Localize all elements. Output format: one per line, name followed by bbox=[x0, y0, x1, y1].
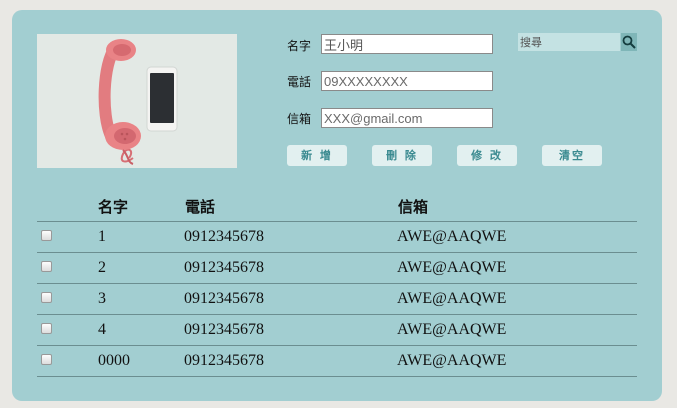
cell-email: AWE@AAQWE bbox=[397, 290, 507, 307]
cell-phone: 0912345678 bbox=[184, 321, 264, 338]
email-label: 信箱 bbox=[287, 112, 312, 126]
cell-email: AWE@AAQWE bbox=[397, 259, 507, 276]
cell-email: AWE@AAQWE bbox=[397, 352, 507, 369]
cell-name: 4 bbox=[98, 321, 106, 338]
table-row: 4 0912345678 AWE@AAQWE bbox=[37, 315, 637, 346]
email-input[interactable] bbox=[321, 108, 493, 128]
cell-name: 0000 bbox=[98, 352, 130, 369]
column-header-name: 名字 bbox=[98, 198, 129, 216]
cell-email: AWE@AAQWE bbox=[397, 321, 507, 338]
table-row: 0000 0912345678 AWE@AAQWE bbox=[37, 346, 637, 377]
row-checkbox[interactable] bbox=[41, 354, 52, 365]
column-header-phone: 電話 bbox=[185, 198, 216, 216]
table-row: 1 0912345678 AWE@AAQWE bbox=[37, 222, 637, 253]
phone-input[interactable] bbox=[321, 71, 493, 91]
search-button[interactable] bbox=[621, 33, 637, 51]
row-checkbox[interactable] bbox=[41, 230, 52, 241]
row-checkbox[interactable] bbox=[41, 292, 52, 303]
row-checkbox[interactable] bbox=[41, 261, 52, 272]
clear-button[interactable]: 清空 bbox=[542, 145, 602, 166]
column-header-email: 信箱 bbox=[398, 198, 429, 216]
add-button[interactable]: 新 增 bbox=[287, 145, 347, 166]
cell-phone: 0912345678 bbox=[184, 228, 264, 245]
cell-name: 2 bbox=[98, 259, 106, 276]
cell-email: AWE@AAQWE bbox=[397, 228, 507, 245]
cell-name: 3 bbox=[98, 290, 106, 307]
name-label: 名字 bbox=[287, 39, 312, 53]
phone-label: 電話 bbox=[287, 75, 312, 89]
row-checkbox[interactable] bbox=[41, 323, 52, 334]
contact-card: 名字 電話 信箱 新 增 刪 除 修 改 清空 名字 電話 信箱 1 09123… bbox=[12, 10, 662, 401]
search-icon bbox=[622, 35, 636, 49]
table-row: 2 0912345678 AWE@AAQWE bbox=[37, 253, 637, 284]
table-row: 3 0912345678 AWE@AAQWE bbox=[37, 284, 637, 315]
cell-phone: 0912345678 bbox=[184, 290, 264, 307]
delete-button[interactable]: 刪 除 bbox=[372, 145, 432, 166]
search-input[interactable] bbox=[518, 33, 620, 51]
row-divider bbox=[37, 376, 637, 377]
telephone-photo bbox=[37, 34, 237, 168]
edit-button[interactable]: 修 改 bbox=[457, 145, 517, 166]
cell-name: 1 bbox=[98, 228, 106, 245]
name-input[interactable] bbox=[321, 34, 493, 54]
cell-phone: 0912345678 bbox=[184, 259, 264, 276]
cell-phone: 0912345678 bbox=[184, 352, 264, 369]
telephone-image bbox=[37, 34, 237, 168]
